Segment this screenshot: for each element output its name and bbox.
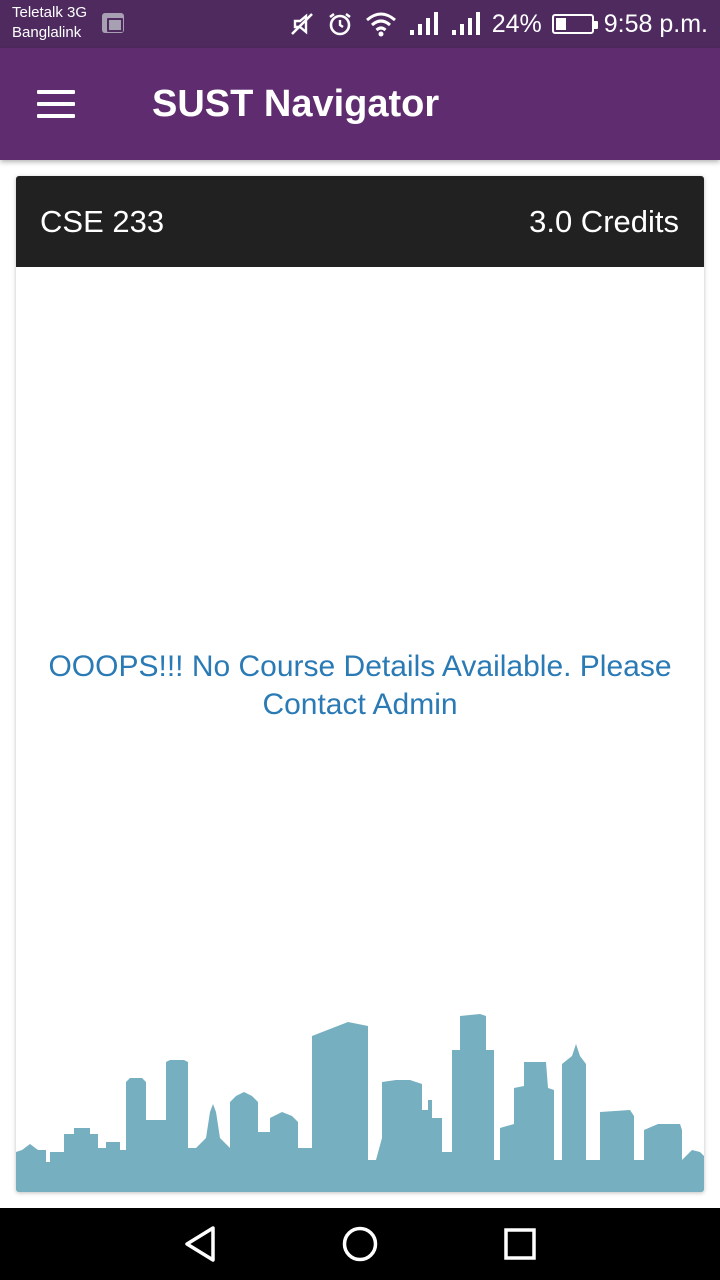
menu-icon[interactable]: [24, 76, 88, 132]
course-header: CSE 233 3.0 Credits: [16, 176, 704, 267]
app-bar: SUST Navigator: [0, 48, 720, 160]
city-skyline-illustration: [16, 1014, 704, 1192]
status-icons: 24% 9:58 p.m.: [288, 0, 708, 48]
no-details-message: OOOPS!!! No Course Details Available. Pl…: [48, 650, 672, 721]
battery-percent: 24%: [491, 9, 542, 38]
course-code: CSE 233: [40, 204, 165, 239]
signal-icon: [450, 10, 482, 38]
mute-icon: [288, 10, 316, 38]
recents-icon[interactable]: [496, 1224, 544, 1264]
image-icon: [102, 13, 124, 33]
carrier-secondary: Banglalink: [12, 24, 82, 41]
carrier-primary: Teletalk 3G: [12, 4, 88, 21]
clock: 9:58 p.m.: [603, 9, 708, 38]
alarm-icon: [326, 10, 354, 38]
course-credits: 3.0 Credits: [529, 204, 679, 239]
course-card: CSE 233 3.0 Credits OOOPS!!! No Course D…: [16, 176, 704, 1192]
navigation-bar: [0, 1208, 720, 1280]
wifi-icon: [364, 10, 398, 38]
back-icon[interactable]: [176, 1224, 224, 1264]
signal-icon: [408, 10, 440, 38]
battery-icon: [551, 14, 598, 34]
status-bar: Teletalk 3G Banglalink 24% 9:58 p.m.: [0, 0, 720, 48]
home-icon[interactable]: [336, 1224, 384, 1264]
carrier-info: Teletalk 3G Banglalink: [12, 3, 87, 43]
app-title: SUST Navigator: [152, 83, 440, 125]
